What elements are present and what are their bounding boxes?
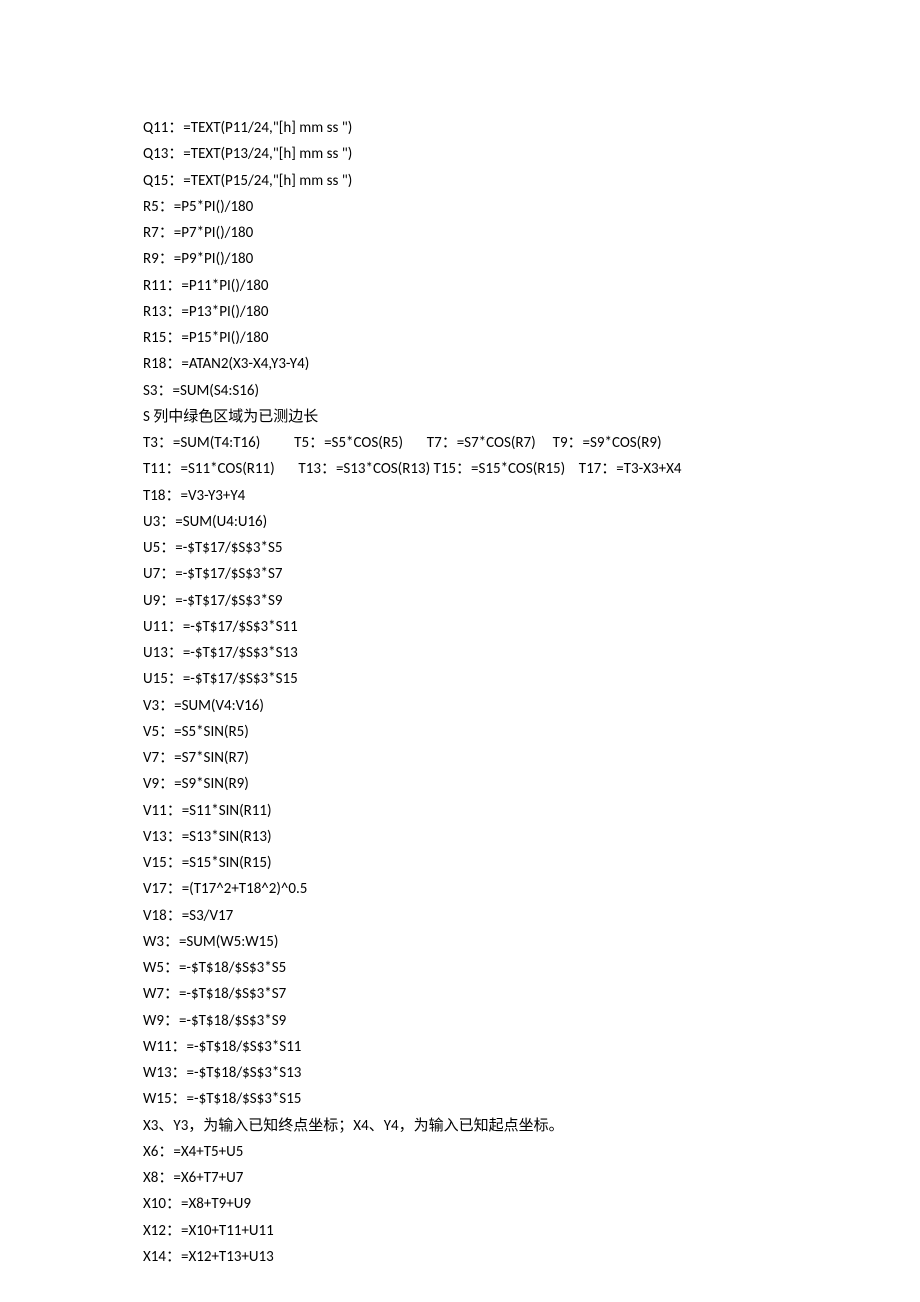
text-line: U9：=-$T$17/$S$3*S9 [143,588,920,614]
text-line: S 列中绿色区域为已测边长 [143,404,920,430]
text-line: U13：=-$T$17/$S$3*S13 [143,640,920,666]
text-line: X3、Y3，为输入已知终点坐标；X4、Y4，为输入已知起点坐标。 [143,1113,920,1139]
text-line: Q15：=TEXT(P15/24,"[h] mm ss ") [143,168,920,194]
text-line: R5：=P5*PI()/180 [143,194,920,220]
text-line: X10：=X8+T9+U9 [143,1191,920,1217]
text-line: V13：=S13*SIN(R13) [143,824,920,850]
text-line: T3：=SUM(T4:T16) T5：=S5*COS(R5) T7：=S7*CO… [143,430,920,456]
text-line: T18：=V3-Y3+Y4 [143,483,920,509]
text-line: Q13：=TEXT(P13/24,"[h] mm ss ") [143,141,920,167]
text-line: V15：=S15*SIN(R15) [143,850,920,876]
text-line: R9：=P9*PI()/180 [143,246,920,272]
text-line: W7：=-$T$18/$S$3*S7 [143,981,920,1007]
text-line: V3：=SUM(V4:V16) [143,693,920,719]
text-line: W15：=-$T$18/$S$3*S15 [143,1086,920,1112]
text-line: R7：=P7*PI()/180 [143,220,920,246]
text-line: W9：=-$T$18/$S$3*S9 [143,1008,920,1034]
text-line: R18：=ATAN2(X3-X4,Y3-Y4) [143,351,920,377]
text-line: Q11：=TEXT(P11/24,"[h] mm ss ") [143,115,920,141]
text-line: V7：=S7*SIN(R7) [143,745,920,771]
text-line: U11：=-$T$17/$S$3*S11 [143,614,920,640]
text-line: R15：=P15*PI()/180 [143,325,920,351]
text-line: W3：=SUM(W5:W15) [143,929,920,955]
text-line: R13：=P13*PI()/180 [143,299,920,325]
text-line: W5：=-$T$18/$S$3*S5 [143,955,920,981]
text-line: R11：=P11*PI()/180 [143,273,920,299]
document-body: Q11：=TEXT(P11/24,"[h] mm ss ")Q13：=TEXT(… [143,115,920,1270]
text-line: T11：=S11*COS(R11) T13：=S13*COS(R13) T15：… [143,456,920,482]
text-line: V18：=S3/V17 [143,903,920,929]
text-line: W13：=-$T$18/$S$3*S13 [143,1060,920,1086]
text-line: X12：=X10+T11+U11 [143,1218,920,1244]
text-line: V11：=S11*SIN(R11) [143,798,920,824]
text-line: X8：=X6+T7+U7 [143,1165,920,1191]
text-line: U15：=-$T$17/$S$3*S15 [143,666,920,692]
text-line: U7：=-$T$17/$S$3*S7 [143,561,920,587]
text-line: X6：=X4+T5+U5 [143,1139,920,1165]
text-line: V17：=(T17^2+T18^2)^0.5 [143,876,920,902]
text-line: U5：=-$T$17/$S$3*S5 [143,535,920,561]
text-line: W11：=-$T$18/$S$3*S11 [143,1034,920,1060]
text-line: V9：=S9*SIN(R9) [143,771,920,797]
text-line: S3：=SUM(S4:S16) [143,378,920,404]
text-line: X14：=X12+T13+U13 [143,1244,920,1270]
text-line: V5：=S5*SIN(R5) [143,719,920,745]
text-line: U3：=SUM(U4:U16) [143,509,920,535]
